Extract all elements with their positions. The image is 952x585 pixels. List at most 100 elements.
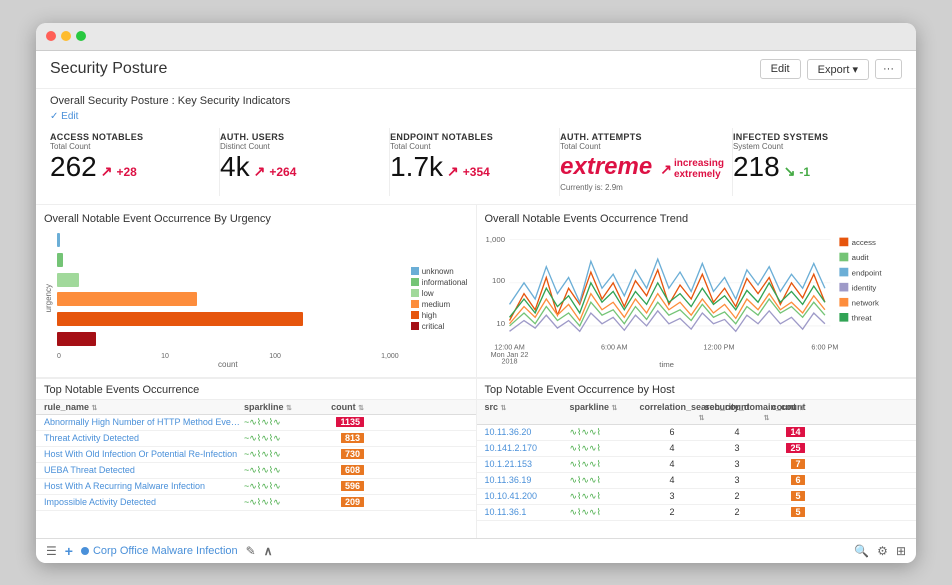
x-label-1: 10: [161, 353, 169, 360]
close-button[interactable]: [46, 31, 56, 41]
right-table-panel: Top Notable Event Occurrence by Host src…: [477, 379, 917, 538]
th-sparkline: sparkline ⇅: [244, 402, 324, 412]
legend-item: unknown: [411, 267, 468, 276]
th-count: count ⇅: [324, 402, 364, 412]
table-row[interactable]: Abnormally High Number of HTTP Method Ev…: [36, 415, 476, 431]
bar-y-axis-label: urgency: [44, 284, 53, 312]
td-count: 25: [770, 443, 805, 453]
svg-text:access: access: [851, 238, 875, 247]
td-sparkline2: ∿⌇∿∿⌇: [570, 475, 640, 486]
bottom-left: ☰ + Corp Office Malware Infection ✎ ∧: [46, 543, 273, 559]
kpi-label-3: AUTH. ATTEMPTS: [560, 132, 724, 142]
right-table-header: src ⇅ sparkline ⇅ correlation_search_cou…: [477, 400, 917, 425]
legend-item: critical: [411, 322, 468, 331]
td-sparkline2: ∿⌇∿∿⌇: [570, 443, 640, 454]
kpi-delta-0: +28: [116, 165, 136, 179]
settings-icon[interactable]: ⚙: [877, 544, 888, 558]
table-row[interactable]: 10.11.36.19 ∿⌇∿∿⌇ 4 3 6: [477, 473, 917, 489]
left-table-title: Top Notable Events Occurrence: [36, 379, 476, 400]
pencil-icon[interactable]: ✎: [246, 544, 256, 558]
table-row[interactable]: Host With Old Infection Or Potential Re-…: [36, 447, 476, 463]
bar-row: [57, 309, 399, 329]
td-src[interactable]: 10.1.21.153: [485, 459, 570, 469]
more-button[interactable]: ···: [875, 59, 902, 79]
header-actions: Edit Export ▾ ···: [760, 59, 902, 80]
svg-text:audit: audit: [851, 253, 869, 262]
td-corr: 6: [640, 427, 705, 437]
td-sparkline2: ∿⌇∿∿⌇: [570, 491, 640, 502]
page-header: Security Posture Edit Export ▾ ···: [36, 51, 916, 89]
bar-legend: unknowninformationallowmediumhighcritica…: [411, 229, 468, 369]
maximize-button[interactable]: [76, 31, 86, 41]
bar-x-axis-label: count: [57, 360, 399, 369]
td-rule[interactable]: Host With A Recurring Malware Infection: [44, 481, 244, 491]
plus-icon[interactable]: +: [65, 543, 73, 559]
kpi-delta-1: +264: [269, 165, 296, 179]
page-title: Security Posture: [50, 60, 167, 78]
table-row[interactable]: Threat Activity Detected ~∿⌇∿⌇∿ 813: [36, 431, 476, 447]
edit-button[interactable]: Edit: [760, 59, 801, 79]
kpi-sublabel-0: Total Count: [50, 142, 211, 151]
svg-text:1,000: 1,000: [485, 235, 504, 244]
table-row[interactable]: 10.1.21.153 ∿⌇∿∿⌇ 4 3 7: [477, 457, 917, 473]
td-src[interactable]: 10.141.2.170: [485, 443, 570, 453]
bar-row: [57, 290, 399, 310]
right-table-title: Top Notable Event Occurrence by Host: [477, 379, 917, 400]
list-icon[interactable]: ☰: [46, 544, 57, 558]
table-row[interactable]: 10.11.36.20 ∿⌇∿∿⌇ 6 4 14: [477, 425, 917, 441]
td-src[interactable]: 10.11.36.19: [485, 475, 570, 485]
kpi-value-4: 218: [733, 153, 780, 181]
kpi-arrow-0: ↗: [101, 163, 113, 180]
svg-text:time: time: [659, 359, 674, 368]
chevron-up-icon[interactable]: ∧: [264, 544, 273, 558]
bottom-bar: ☰ + Corp Office Malware Infection ✎ ∧ 🔍 …: [36, 538, 916, 563]
td-src[interactable]: 10.11.36.1: [485, 507, 570, 517]
td-count: 5: [770, 491, 805, 501]
kpi-subtitle: Overall Security Posture : Key Security …: [50, 95, 902, 107]
charts-row: Overall Notable Event Occurrence By Urge…: [36, 205, 916, 378]
kpi-sublabel-3: Total Count: [560, 142, 724, 151]
svg-text:100: 100: [492, 275, 505, 284]
kpi-sublabel-2: Total Count: [390, 142, 551, 151]
bar-chart-title: Overall Notable Event Occurrence By Urge…: [44, 213, 468, 225]
left-table-panel: Top Notable Events Occurrence rule_name …: [36, 379, 477, 538]
kpi-extreme-value: extreme: [560, 153, 652, 181]
td-count: 209: [324, 497, 364, 507]
svg-text:6:00 PM: 6:00 PM: [811, 343, 838, 351]
line-chart-title: Overall Notable Events Occurrence Trend: [485, 213, 909, 225]
table-row[interactable]: UEBA Threat Detected ~∿⌇∿⌇∿ 608: [36, 463, 476, 479]
main-window: Security Posture Edit Export ▾ ··· Overa…: [36, 23, 916, 563]
td-src[interactable]: 10.11.36.20: [485, 427, 570, 437]
td-rule[interactable]: Threat Activity Detected: [44, 433, 244, 443]
content-area: Security Posture Edit Export ▾ ··· Overa…: [36, 51, 916, 538]
kpi-auth-attempts: AUTH. ATTEMPTS Total Count extreme ↗ inc…: [560, 128, 733, 196]
export-button[interactable]: Export ▾: [807, 59, 869, 80]
table-row[interactable]: 10.10.41.200 ∿⌇∿∿⌇ 3 2 5: [477, 489, 917, 505]
svg-text:12:00 PM: 12:00 PM: [703, 343, 734, 351]
td-sparkline: ~∿⌇∿⌇∿: [244, 417, 324, 428]
td-count: 730: [324, 449, 364, 459]
td-sparkline: ~∿⌇∿⌇∿: [244, 433, 324, 444]
table-row[interactable]: 10.11.36.1 ∿⌇∿∿⌇ 2 2 5: [477, 505, 917, 521]
table-row[interactable]: 10.141.2.170 ∿⌇∿∿⌇ 4 3 25: [477, 441, 917, 457]
kpi-section: Overall Security Posture : Key Security …: [36, 89, 916, 205]
table-row[interactable]: Impossible Activity Detected ~∿⌇∿⌇∿ 209: [36, 495, 476, 511]
th-rule-name: rule_name ⇅: [44, 402, 244, 412]
line-chart-area: 1,000 100 10: [485, 229, 909, 369]
kpi-delta-4: -1: [799, 165, 810, 179]
minimize-button[interactable]: [61, 31, 71, 41]
td-rule[interactable]: Host With Old Infection Or Potential Re-…: [44, 449, 244, 459]
grid-icon[interactable]: ⊞: [896, 544, 906, 558]
kpi-value-1: 4k: [220, 153, 250, 181]
td-sec: 2: [705, 491, 770, 501]
td-src[interactable]: 10.10.41.200: [485, 491, 570, 501]
td-rule[interactable]: Abnormally High Number of HTTP Method Ev…: [44, 417, 244, 427]
table-row[interactable]: Host With A Recurring Malware Infection …: [36, 479, 476, 495]
td-rule[interactable]: Impossible Activity Detected: [44, 497, 244, 507]
td-rule[interactable]: UEBA Threat Detected: [44, 465, 244, 475]
tag-dot: [81, 547, 89, 555]
x-label-0: 0: [57, 353, 61, 360]
kpi-edit-link[interactable]: ✓ Edit: [50, 111, 902, 122]
left-table-body: Abnormally High Number of HTTP Method Ev…: [36, 415, 476, 538]
search-icon[interactable]: 🔍: [854, 544, 869, 558]
